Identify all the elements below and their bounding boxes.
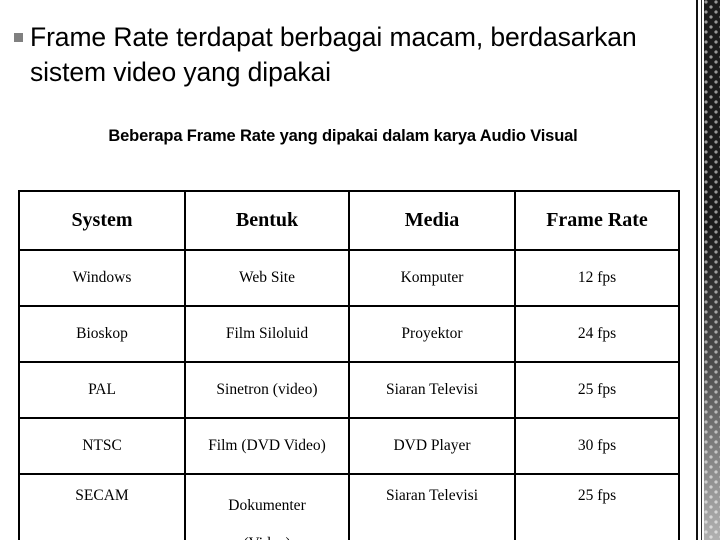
table-row: PAL Sinetron (video) Siaran Televisi 25 …: [18, 361, 680, 419]
col-header-media: Media: [348, 190, 516, 251]
cell-bentuk-line-2: (Video): [243, 535, 290, 540]
cell-system: Bioskop: [18, 305, 186, 363]
cell-system: NTSC: [18, 417, 186, 475]
cell-system: SECAM: [18, 473, 186, 540]
cell-media: Siaran Televisi: [348, 473, 516, 540]
slide-title-block: Frame Rate terdapat berbagai macam, berd…: [14, 20, 654, 90]
col-header-bentuk: Bentuk: [184, 190, 350, 251]
cell-bentuk: Sinetron (video): [184, 361, 350, 419]
table-row: NTSC Film (DVD Video) DVD Player 30 fps: [18, 417, 680, 475]
cell-frame-rate: 12 fps: [514, 249, 680, 307]
table-header-row: System Bentuk Media Frame Rate: [18, 190, 680, 251]
cell-media: DVD Player: [348, 417, 516, 475]
table-row: SECAM Dokumenter (Video) Siaran Televisi…: [18, 473, 680, 540]
cell-system: PAL: [18, 361, 186, 419]
frame-rate-table: System Bentuk Media Frame Rate Windows W…: [18, 190, 680, 540]
table-caption: Beberapa Frame Rate yang dipakai dalam k…: [108, 127, 578, 145]
col-header-system: System: [18, 190, 186, 251]
page-title: Frame Rate terdapat berbagai macam, berd…: [30, 20, 637, 90]
col-header-frame-rate: Frame Rate: [514, 190, 680, 251]
title-row: Frame Rate terdapat berbagai macam, berd…: [14, 20, 654, 90]
cell-system: Windows: [18, 249, 186, 307]
cell-frame-rate: 25 fps: [514, 361, 680, 419]
cell-frame-rate: 25 fps: [514, 473, 680, 540]
cell-bentuk-line-1: Dokumenter: [228, 497, 306, 514]
table-body: Windows Web Site Komputer 12 fps Bioskop…: [18, 249, 680, 540]
cell-bentuk: Film (DVD Video): [184, 417, 350, 475]
cell-frame-rate: 30 fps: [514, 417, 680, 475]
table-row: Windows Web Site Komputer 12 fps: [18, 249, 680, 307]
cell-media: Siaran Televisi: [348, 361, 516, 419]
table-row: Bioskop Film Siloluid Proyektor 24 fps: [18, 305, 680, 363]
cell-bentuk: Web Site: [184, 249, 350, 307]
square-bullet-icon: [14, 33, 23, 42]
slide-edge-decoration: [690, 0, 720, 540]
cell-bentuk: Dokumenter (Video): [184, 473, 350, 540]
edge-texture-fade: [704, 0, 720, 540]
title-line-2: sistem video yang dipakai: [30, 57, 331, 88]
cell-bentuk: Film Siloluid: [184, 305, 350, 363]
title-line-1: Frame Rate terdapat berbagai macam, berd…: [30, 22, 637, 52]
cell-media: Proyektor: [348, 305, 516, 363]
cell-frame-rate: 24 fps: [514, 305, 680, 363]
table-head: System Bentuk Media Frame Rate: [18, 190, 680, 251]
slide-canvas: Frame Rate terdapat berbagai macam, berd…: [0, 0, 720, 540]
cell-media: Komputer: [348, 249, 516, 307]
